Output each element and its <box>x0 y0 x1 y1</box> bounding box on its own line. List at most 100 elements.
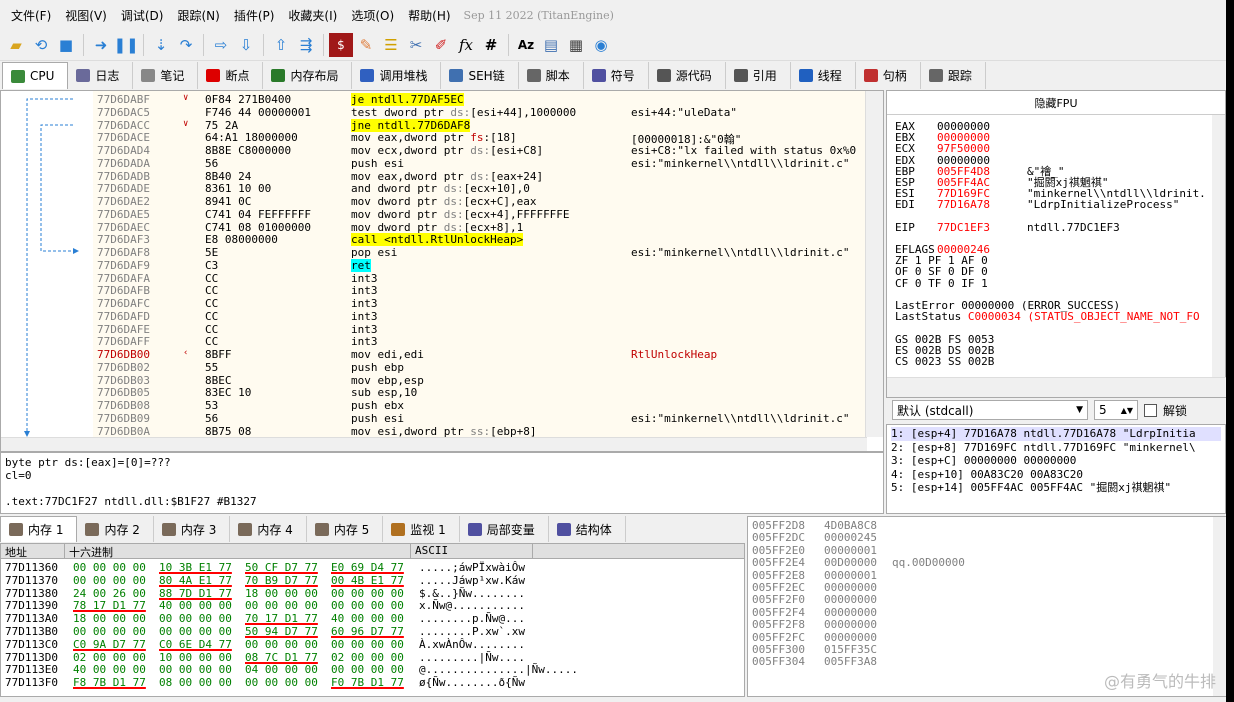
globe-icon[interactable]: ◉ <box>589 33 613 57</box>
dump-hex-group[interactable]: 02 00 00 00 <box>73 651 146 664</box>
tab-seh[interactable]: SEH链 <box>441 62 519 89</box>
dump-hex-group[interactable]: 24 00 26 00 <box>73 587 146 600</box>
stack-row[interactable]: 005FF2FC 00000000 <box>752 631 877 644</box>
trace-over-icon[interactable]: ⇩ <box>234 33 258 57</box>
tab-symbols[interactable]: 符号 <box>584 62 649 89</box>
dump-row[interactable]: 77D113A0 18 00 00 00 00 00 00 00 70 17 D1 7… <box>1 612 744 625</box>
dump-hex-group[interactable]: 88 7D D1 77 <box>159 587 232 600</box>
stack-row[interactable]: 005FF2EC 00000000 <box>752 581 877 594</box>
hash-icon[interactable]: # <box>479 33 503 57</box>
dump-hex-group[interactable]: 00 00 00 00 <box>159 612 232 625</box>
dump-tab[interactable]: 监视 1 <box>383 516 460 542</box>
disasm-row[interactable]: 77D6DAD4 8B8E C8000000 mov ecx,dword ptr d… <box>93 144 865 157</box>
step-into-icon[interactable]: ⇣ <box>149 33 173 57</box>
disasm-row[interactable]: 77D6DAC5 F746 44 00000001 test dword ptr d… <box>93 106 865 119</box>
segment-row[interactable]: CS 0023 SS 002B <box>895 356 1215 367</box>
stack-arg-row[interactable]: 4: [esp+10] 00A83C20 00A83C20 <box>891 468 1221 482</box>
dump-hex-group[interactable]: 10 3B E1 77 <box>159 561 232 574</box>
disasm-row[interactable]: 77D6DB03 8BEC mov ebp,esp <box>93 374 865 387</box>
disasm-row[interactable]: 77D6DACE 64:A1 18000000 mov eax,dword ptr … <box>93 131 865 146</box>
tab-script[interactable]: 脚本 <box>519 62 584 89</box>
disassembly-pane[interactable]: 77D6DABF ∨ 0F84 271B0400 je ntdll.77DAF5EC 7… <box>0 90 884 452</box>
trace-into-icon[interactable]: ⇨ <box>209 33 233 57</box>
disasm-row[interactable]: 77D6DB02 55 push ebp <box>93 361 865 374</box>
dump-tab[interactable]: 内存 5 <box>307 516 384 542</box>
disasm-row[interactable]: 77D6DADB 8B40 24 mov eax,dword ptr ds:[eax… <box>93 170 865 183</box>
disasm-row[interactable]: 77D6DAF9 C3 ret <box>93 258 865 272</box>
tab-source[interactable]: 源代码 <box>649 62 726 89</box>
dump-tab[interactable]: 内存 2 <box>77 516 154 542</box>
run-to-user-code-icon[interactable]: ⇶ <box>294 33 318 57</box>
step-over-icon[interactable]: ↷ <box>174 33 198 57</box>
dump-hex-group[interactable]: 00 00 00 00 <box>331 599 404 612</box>
tab-cpu[interactable]: CPU <box>2 62 69 89</box>
disasm-row[interactable]: 77D6DAF8 5E pop esi esi:"minkernel\\ntdll\\… <box>93 246 865 259</box>
registers-hscrollbar[interactable] <box>887 377 1227 397</box>
dump-row[interactable]: 77D113B0 00 00 00 00 00 00 00 00 50 94 D7 7… <box>1 625 744 638</box>
disasm-row[interactable]: 77D6DAFA CC int3 <box>93 272 865 285</box>
disasm-row[interactable]: 77D6DAFF CC int3 <box>93 335 865 348</box>
disasm-row[interactable]: 77D6DB08 53 push ebx <box>93 399 865 412</box>
dump-hex-group[interactable]: 08 00 00 00 <box>159 676 232 689</box>
flags-row[interactable]: CF 0 TF 0 IF 1 <box>895 277 1215 288</box>
dump-hex-group[interactable]: C0 6E D4 77 <box>159 638 232 651</box>
dump-row[interactable]: 77D113D0 02 00 00 00 10 00 00 00 08 7C D1 7… <box>1 651 744 664</box>
tab-threads[interactable]: 线程 <box>791 62 856 89</box>
dump-hex-group[interactable]: 18 00 00 00 <box>73 612 146 625</box>
tab-trace[interactable]: 跟踪 <box>921 62 986 89</box>
tab-references[interactable]: 引用 <box>726 62 791 89</box>
stack-row[interactable]: 005FF2F4 00000000 <box>752 606 877 619</box>
dump-hex-group[interactable]: 00 00 00 00 <box>245 599 318 612</box>
stack-row[interactable]: 005FF2E8 00000001 <box>752 569 877 582</box>
calculator-icon[interactable]: ▦ <box>564 33 588 57</box>
dump-hex-group[interactable]: 00 00 00 00 <box>159 663 232 676</box>
stack-row[interactable]: 005FF2E4 00D00000 qq.00D00000 <box>752 556 965 569</box>
disassembly-scrollbar[interactable] <box>865 91 883 437</box>
register-row[interactable]: EIP 77DC1EF3 ntdll.77DC1EF3 <box>895 221 1215 232</box>
tab-call-stack[interactable]: 调用堆栈 <box>352 62 442 89</box>
dump-hex-group[interactable]: 40 00 00 00 <box>73 663 146 676</box>
tab-log[interactable]: 日志 <box>68 62 134 89</box>
registers-scrollbar[interactable] <box>1212 115 1225 377</box>
open-icon[interactable]: ▰ <box>4 33 28 57</box>
arg-count-spinner[interactable]: 5 ▲▼ <box>1094 400 1138 420</box>
dump-row[interactable]: 77D11370 00 00 00 00 80 4A E1 77 70 B9 D7 7… <box>1 574 744 587</box>
stack-row[interactable]: 005FF2F0 00000000 <box>752 593 877 606</box>
dump-tab[interactable]: 局部变量 <box>460 516 549 542</box>
tab-breakpoint[interactable]: 断点 <box>198 62 264 89</box>
disasm-row[interactable]: 77D6DB09 56 push esi esi:"minkernel\\ntdll\… <box>93 412 865 425</box>
dump-row[interactable]: 77D113C0 C0 9A D7 77 C0 6E D4 77 00 00 00 0… <box>1 638 744 651</box>
dump-hex-group[interactable]: 00 00 00 00 <box>331 638 404 651</box>
functions-icon[interactable]: fx <box>454 33 478 57</box>
menu-item[interactable]: 收藏夹(I) <box>281 7 344 24</box>
dump-row[interactable]: 77D11360 00 00 00 00 10 3B E1 77 50 CF D7 7… <box>1 561 744 574</box>
stack-arg-row[interactable]: 3: [esp+C] 00000000 00000000 <box>891 454 1221 468</box>
register-value[interactable]: 77D16A78 <box>937 199 1027 210</box>
dump-hex-group[interactable]: 00 00 00 00 <box>331 663 404 676</box>
disasm-row[interactable]: 77D6DB0A 8B75 08 mov esi,dword ptr ss:[ebp… <box>93 425 865 438</box>
stop-icon[interactable]: ■ <box>54 33 78 57</box>
unlock-checkbox[interactable] <box>1144 403 1157 417</box>
stack-row[interactable]: 005FF2E0 00000001 <box>752 544 877 557</box>
bookmarks-icon[interactable]: ✐ <box>429 33 453 57</box>
dump-hex-group[interactable]: 00 4B E1 77 <box>331 574 404 587</box>
stack-arg-row[interactable]: 1: [esp+4] 77D16A78 ntdll.77D16A78 "Ldrp… <box>891 427 1221 441</box>
dump-hex-group[interactable]: C0 9A D7 77 <box>73 638 146 651</box>
calling-convention-select[interactable]: 默认 (stdcall) ▼ <box>892 400 1088 420</box>
stack-row[interactable]: 005FF304 005FF3A8 <box>752 655 877 668</box>
disasm-row[interactable]: 77D6DAF3 E8 08000000 call <ntdll.RtlUnlock… <box>93 233 865 247</box>
tab-notes[interactable]: 笔记 <box>133 62 199 89</box>
disasm-row[interactable]: 77D6DADA 56 push esi esi:"minkernel\\ntdll\… <box>93 157 865 170</box>
disasm-row[interactable]: 77D6DAFE CC int3 <box>93 323 865 336</box>
restart-icon[interactable]: ⟲ <box>29 33 53 57</box>
run-icon[interactable]: ➜ <box>89 33 113 57</box>
dump-hex-group[interactable]: 00 00 00 00 <box>331 587 404 600</box>
register-value[interactable]: 97F50000 <box>937 143 1027 154</box>
tab-memory-map[interactable]: 内存布局 <box>263 62 353 89</box>
font-icon[interactable]: Az <box>514 33 538 57</box>
patch-icon[interactable]: ✎ <box>354 33 378 57</box>
dump-hex-group[interactable]: 00 00 00 00 <box>245 638 318 651</box>
dump-hex-group[interactable]: 50 94 D7 77 <box>245 625 318 638</box>
disasm-row[interactable]: 77D6DACC ∨ 75 2A jne ntdll.77D6DAF8 <box>93 118 865 132</box>
menu-item[interactable]: 视图(V) <box>58 7 114 24</box>
